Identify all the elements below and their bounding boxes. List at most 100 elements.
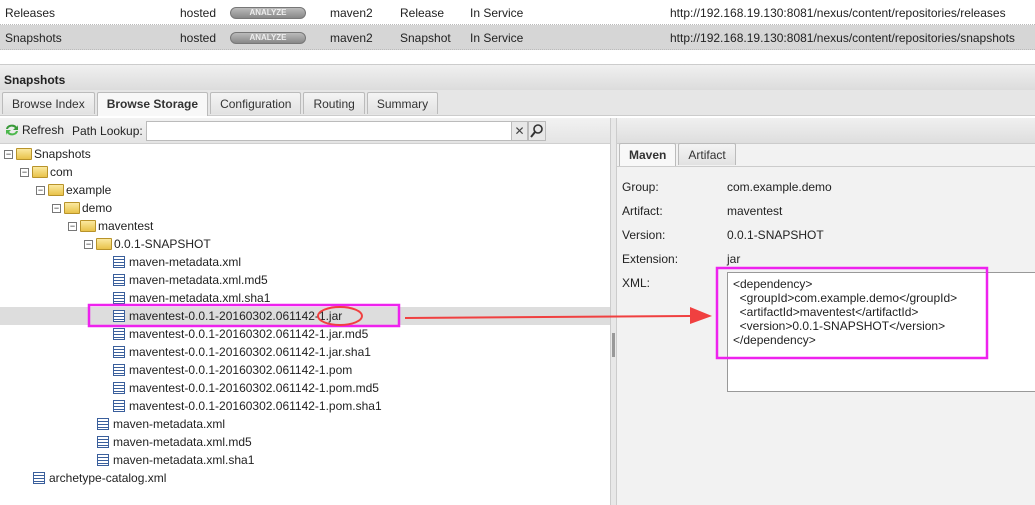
repo-type: hosted: [180, 6, 217, 20]
tree-node[interactable]: maven-metadata.xml: [0, 415, 610, 433]
tree-node-label: maventest: [98, 219, 154, 233]
refresh-icon: [6, 124, 18, 136]
tab-configuration[interactable]: Configuration: [210, 92, 302, 114]
repo-url: http://192.168.19.130:8081/nexus/content…: [670, 31, 1015, 45]
tree-node-label: demo: [82, 201, 113, 215]
tree-node-label: maven-metadata.xml: [129, 255, 242, 269]
repository-row[interactable]: Snapshots hosted maven2 Snapshot In Service h…: [0, 25, 1035, 50]
clear-button[interactable]: ✕: [511, 121, 528, 141]
field-label: Group:: [622, 180, 659, 194]
tree-node-label: com: [50, 165, 73, 179]
tree-node-label: maven-metadata.xml.md5: [129, 273, 268, 287]
field-label: Version:: [622, 228, 666, 242]
collapse-icon[interactable]: −: [4, 150, 13, 159]
details-header: [617, 118, 1035, 144]
tree-node[interactable]: − com: [0, 163, 610, 181]
repository-row[interactable]: Releases hosted maven2 Release In Service htt…: [0, 0, 1035, 25]
field-value: maventest: [727, 204, 783, 218]
tree-node-label: maven-metadata.xml: [113, 417, 226, 431]
tree-node[interactable]: maventest-0.0.1-20160302.061142-1.jar.sh…: [0, 343, 610, 361]
tree-node[interactable]: maventest-0.0.1-20160302.061142-1.pom.sh…: [0, 397, 610, 415]
field-value: com.example.demo: [727, 180, 832, 194]
tree-node-label: maventest-0.0.1-20160302.061142-1.pom.md…: [129, 381, 379, 395]
repo-policy: Release: [400, 6, 445, 20]
splitter-handle[interactable]: [610, 118, 617, 505]
tree-node-label: maven-metadata.xml.md5: [113, 435, 252, 449]
tab-artifact[interactable]: Artifact: [678, 143, 736, 165]
collapse-icon[interactable]: −: [84, 240, 93, 249]
tree-node-label: maventest-0.0.1-20160302.061142-1.jar.md…: [129, 327, 369, 341]
tree-node[interactable]: maventest-0.0.1-20160302.061142-1.jar.md…: [0, 325, 610, 343]
repo-name[interactable]: Snapshots: [5, 31, 62, 45]
collapse-icon[interactable]: −: [20, 168, 29, 177]
tab-browse-storage[interactable]: Browse Storage: [96, 92, 209, 116]
collapse-icon[interactable]: −: [36, 186, 45, 195]
repo-status: In Service: [470, 31, 524, 45]
file-icon: [97, 436, 109, 448]
refresh-button[interactable]: Refresh: [4, 123, 64, 137]
file-icon: [97, 454, 109, 466]
panel-tabbar: Browse Index Browse Storage Configuration R…: [0, 90, 1035, 116]
artifact-details-panel: Maven Artifact Group: com.example.demo Arti…: [617, 118, 1035, 505]
tree-node-label: maventest-0.0.1-20160302.061142-1.pom: [129, 363, 353, 377]
tree-node[interactable]: maven-metadata.xml: [0, 253, 610, 271]
search-button[interactable]: [528, 121, 546, 141]
file-icon: [113, 310, 125, 322]
tree-node-label: 0.0.1-SNAPSHOT: [114, 237, 211, 251]
collapse-icon[interactable]: −: [52, 204, 61, 213]
tree-node[interactable]: maventest-0.0.1-20160302.061142-1.pom: [0, 361, 610, 379]
storage-tree: − Snapshots − com − example − demo − maventest −0.…: [0, 145, 610, 505]
folder-icon: [80, 220, 96, 232]
collapse-icon[interactable]: −: [68, 222, 77, 231]
tree-node[interactable]: maven-metadata.xml.sha1: [0, 451, 610, 469]
tree-node[interactable]: maven-metadata.xml.md5: [0, 433, 610, 451]
file-icon: [113, 400, 125, 412]
tab-summary[interactable]: Summary: [366, 92, 439, 114]
tree-node-label: archetype-catalog.xml: [49, 471, 167, 485]
tab-routing[interactable]: Routing: [303, 92, 365, 114]
tree-node[interactable]: maventest-0.0.1-20160302.061142-1.pom.md…: [0, 379, 610, 397]
folder-icon: [64, 202, 80, 214]
tree-node[interactable]: maventest-0.0.1-20160302.061142-1.jar: [0, 307, 610, 325]
tree-node[interactable]: − example: [0, 181, 610, 199]
file-icon: [113, 274, 125, 286]
field-value: jar: [727, 252, 741, 266]
tree-node[interactable]: − 0.0.1-SNAPSHOT: [0, 235, 610, 253]
tree-node-label: maven-metadata.xml.sha1: [129, 291, 271, 305]
field-label: Artifact:: [622, 204, 663, 218]
analyze-button[interactable]: ANALYZE: [230, 32, 306, 44]
file-icon: [113, 346, 125, 358]
file-icon: [113, 328, 125, 340]
repo-status: In Service: [470, 6, 524, 20]
tree-node-label: maven-metadata.xml.sha1: [113, 453, 255, 467]
tree-node-label: maventest-0.0.1-20160302.061142-1.jar: [129, 309, 343, 323]
tree-node[interactable]: − demo: [0, 199, 610, 217]
xml-snippet[interactable]: <dependency> <groupId>com.example.demo</…: [727, 272, 1035, 392]
repo-type: hosted: [180, 31, 217, 45]
tree-node[interactable]: − maventest: [0, 217, 610, 235]
tree-node[interactable]: maven-metadata.xml.sha1: [0, 289, 610, 307]
file-icon: [113, 292, 125, 304]
file-icon: [113, 382, 125, 394]
search-icon: [530, 124, 543, 138]
file-icon: [113, 256, 125, 268]
folder-icon: [16, 148, 32, 160]
close-icon: ✕: [514, 124, 525, 138]
xml-label: XML:: [622, 276, 651, 290]
field-value: 0.0.1-SNAPSHOT: [727, 228, 824, 242]
panel-title: Snapshots: [0, 64, 1035, 90]
analyze-button[interactable]: ANALYZE: [230, 7, 306, 19]
repo-url: http://192.168.19.130:8081/nexus/content…: [670, 6, 1006, 20]
repo-name[interactable]: Releases: [5, 6, 55, 20]
tree-node-label: maventest-0.0.1-20160302.061142-1.pom.sh…: [129, 399, 382, 413]
path-lookup-label: Path Lookup:: [72, 124, 143, 138]
file-icon: [113, 364, 125, 376]
path-lookup-input[interactable]: [146, 121, 512, 141]
refresh-label: Refresh: [22, 123, 65, 137]
tab-browse-index[interactable]: Browse Index: [2, 92, 95, 114]
tree-node[interactable]: − Snapshots: [0, 145, 610, 163]
tree-node[interactable]: maven-metadata.xml.md5: [0, 271, 610, 289]
field-label: Extension:: [622, 252, 679, 266]
tab-maven[interactable]: Maven: [619, 143, 677, 167]
tree-node[interactable]: archetype-catalog.xml: [0, 469, 610, 487]
